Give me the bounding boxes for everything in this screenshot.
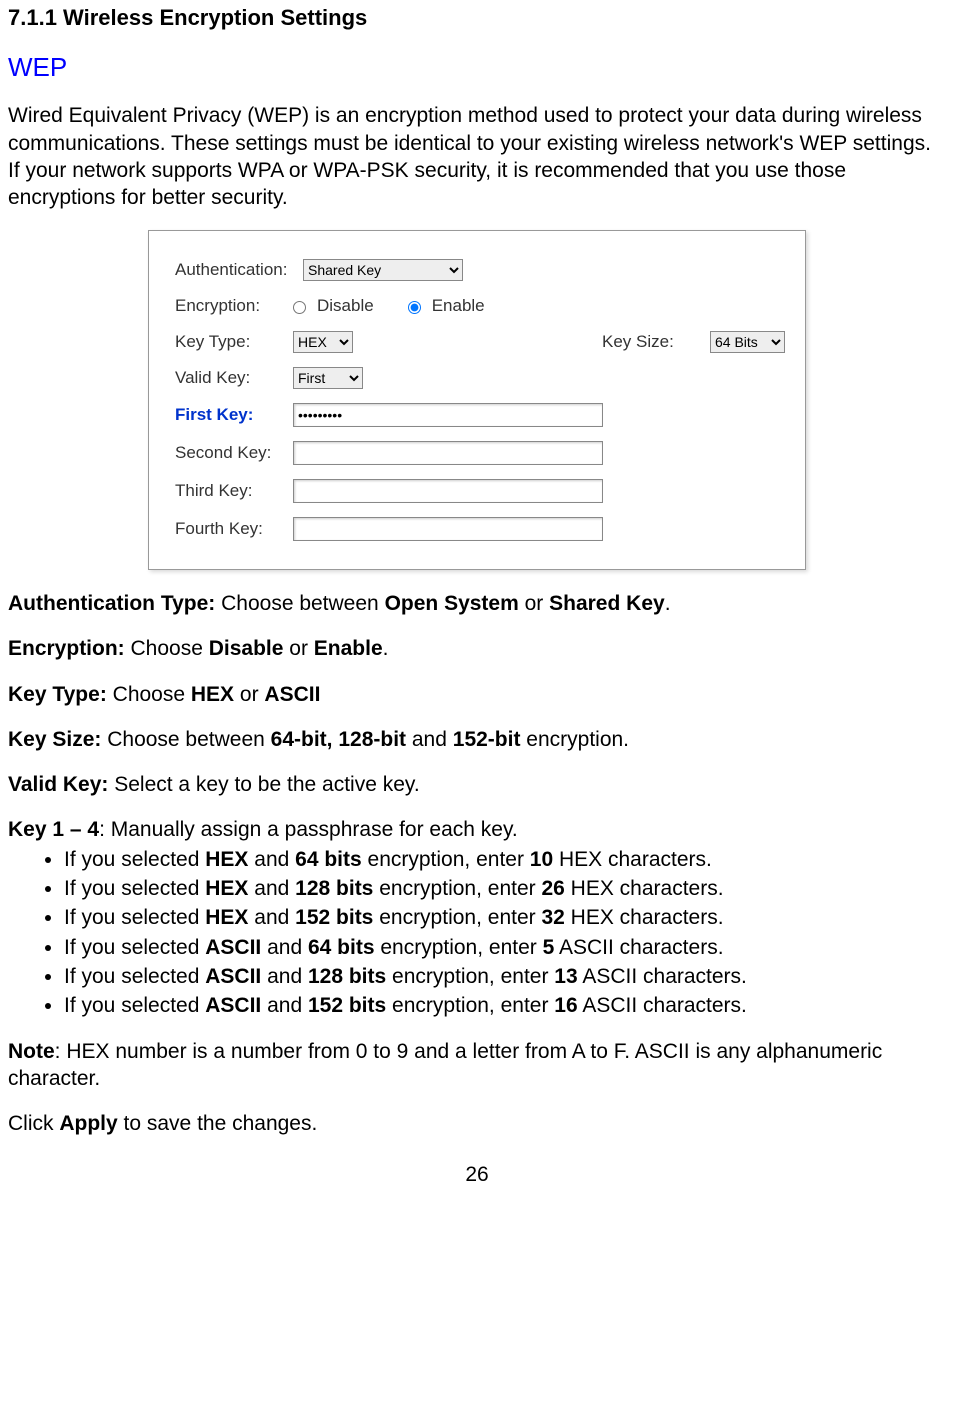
encryption-enable-radio[interactable]	[408, 301, 421, 314]
wep-settings-panel: Authentication: Shared Key Encryption: D…	[148, 230, 806, 570]
list-item: If you selected ASCII and 64 bits encryp…	[64, 934, 946, 961]
encryption-label: Encryption:	[175, 295, 285, 317]
page-number: 26	[8, 1161, 946, 1188]
authentication-select[interactable]: Shared Key	[303, 259, 463, 281]
wep-heading: WEP	[8, 51, 946, 85]
encryption-disable-label: Disable	[317, 295, 374, 317]
first-key-label: First Key:	[175, 404, 285, 426]
encryption-enable-label: Enable	[432, 295, 485, 317]
third-key-label: Third Key:	[175, 480, 285, 502]
apply-paragraph: Click Apply to save the changes.	[8, 1110, 946, 1137]
third-key-input[interactable]	[293, 479, 603, 503]
list-item: If you selected ASCII and 128 bits encry…	[64, 963, 946, 990]
note-paragraph: Note: HEX number is a number from 0 to 9…	[8, 1038, 946, 1093]
key-size-label: Key Size:	[602, 331, 702, 353]
intro-paragraph: Wired Equivalent Privacy (WEP) is an enc…	[8, 102, 946, 211]
authentication-label: Authentication:	[175, 259, 295, 281]
list-item: If you selected HEX and 152 bits encrypt…	[64, 904, 946, 931]
key-rules-list: If you selected HEX and 64 bits encrypti…	[8, 846, 946, 1020]
key-size-select[interactable]: 64 Bits	[710, 331, 785, 353]
key-size-desc: Key Size: Choose between 64-bit, 128-bit…	[8, 726, 946, 753]
list-item: If you selected ASCII and 152 bits encry…	[64, 992, 946, 1019]
key-type-label: Key Type:	[175, 331, 285, 353]
key-type-desc: Key Type: Choose HEX or ASCII	[8, 681, 946, 708]
encryption-disable-radio[interactable]	[293, 301, 306, 314]
list-item: If you selected HEX and 128 bits encrypt…	[64, 875, 946, 902]
section-heading: 7.1.1 Wireless Encryption Settings	[8, 4, 946, 33]
valid-key-select[interactable]: First	[293, 367, 363, 389]
key-1-4-desc: Key 1 – 4: Manually assign a passphrase …	[8, 816, 946, 843]
fourth-key-input[interactable]	[293, 517, 603, 541]
valid-key-label: Valid Key:	[175, 367, 285, 389]
first-key-input[interactable]	[293, 403, 603, 427]
second-key-label: Second Key:	[175, 442, 285, 464]
key-type-select[interactable]: HEX	[293, 331, 353, 353]
second-key-input[interactable]	[293, 441, 603, 465]
valid-key-desc: Valid Key: Select a key to be the active…	[8, 771, 946, 798]
fourth-key-label: Fourth Key:	[175, 518, 285, 540]
authentication-type-desc: Authentication Type: Choose between Open…	[8, 590, 946, 617]
encryption-desc: Encryption: Choose Disable or Enable.	[8, 635, 946, 662]
list-item: If you selected HEX and 64 bits encrypti…	[64, 846, 946, 873]
